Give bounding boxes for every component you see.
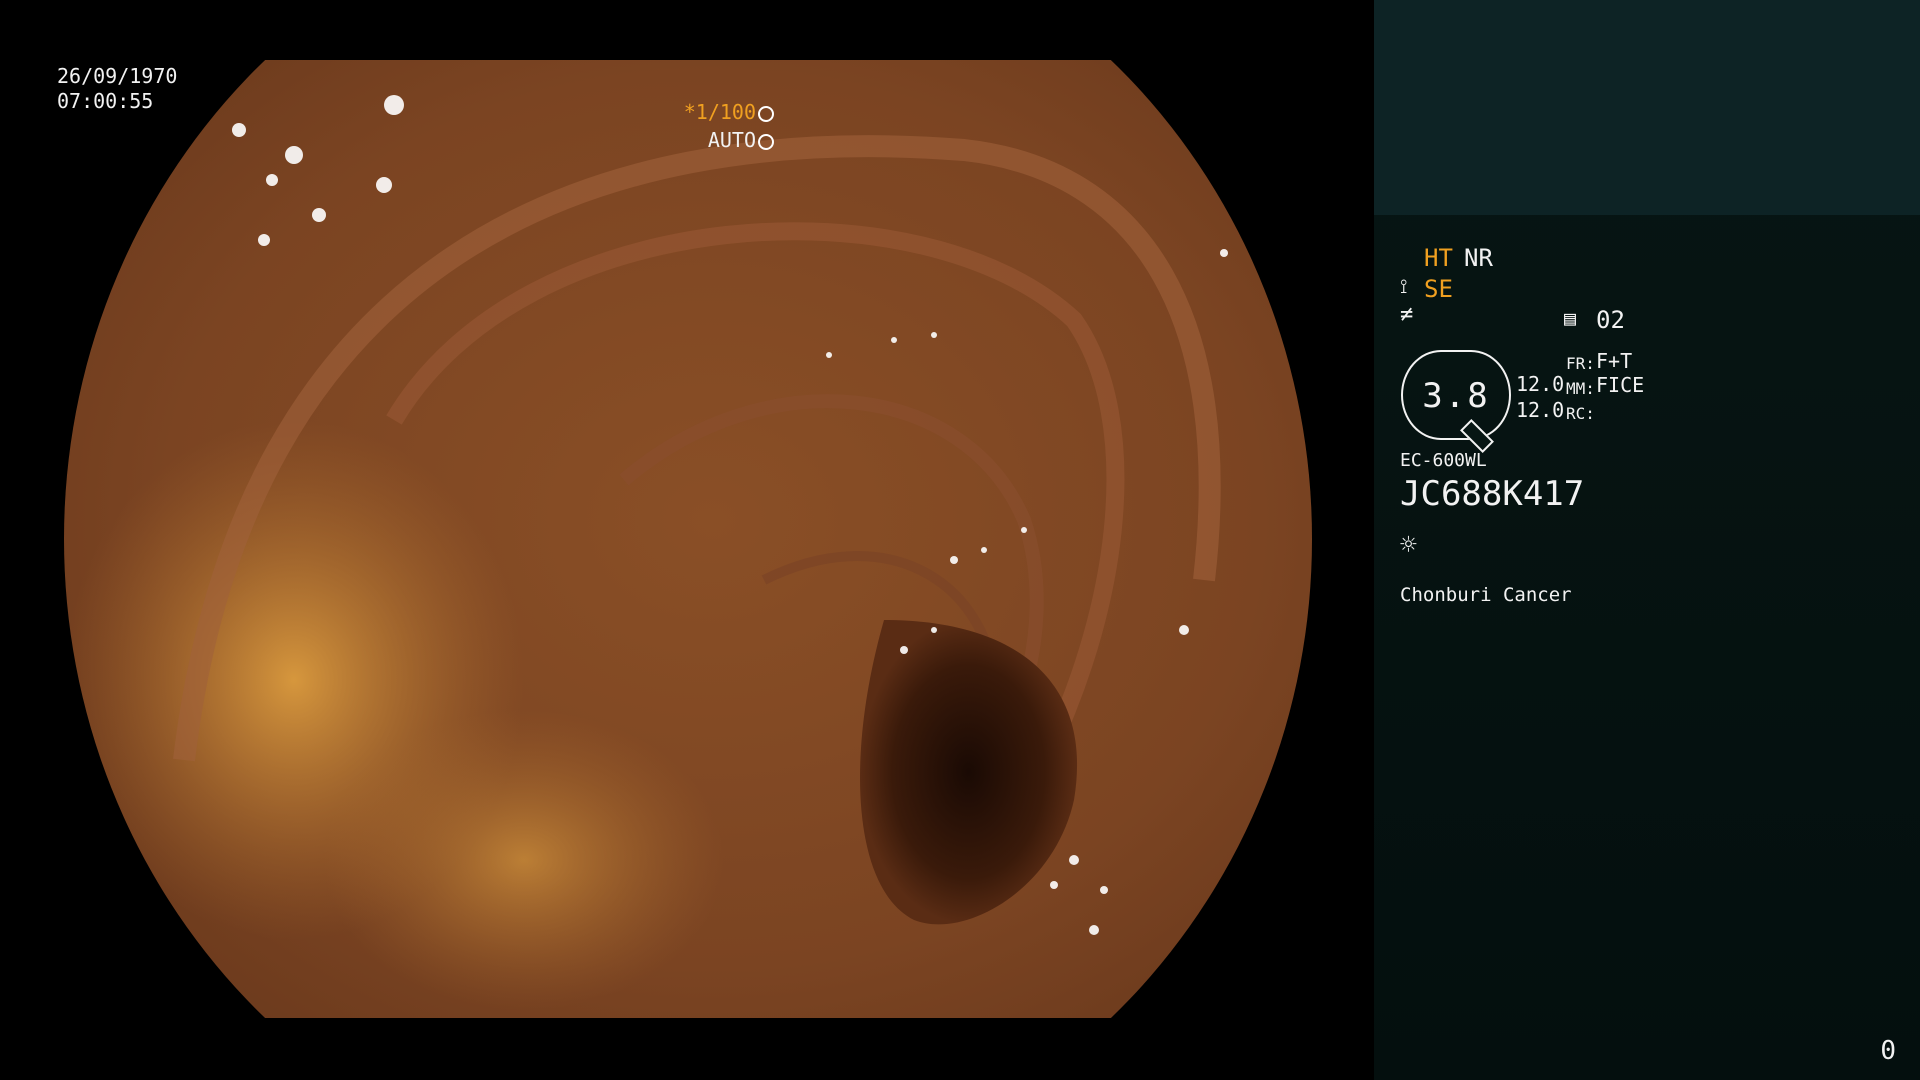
level-top: 12.0 <box>1516 372 1565 396</box>
ht-label: HT <box>1424 244 1453 272</box>
institution-name: Chonburi Cancer <box>1400 584 1572 606</box>
light-sun-icon: ☼ <box>1400 528 1417 561</box>
mm-value: FICE <box>1596 373 1645 397</box>
colon-lumen-drawing <box>64 95 1228 1010</box>
zoom-badge: 3.8 <box>1401 350 1511 453</box>
exposure-mode-text: AUTO <box>707 128 756 152</box>
endoscope-video-area: 26/09/1970 07:00:55 *1/100 AUTO <box>0 0 1374 1080</box>
endoscopic-image <box>64 60 1312 1018</box>
time-text: 07:00:55 <box>57 89 154 113</box>
se-label: SE <box>1424 275 1453 303</box>
level-bottom: 12.0 <box>1516 398 1565 422</box>
record-icon: ▤ <box>1564 306 1577 330</box>
fr-label: FR: <box>1566 354 1595 373</box>
shutter-icon <box>758 106 774 122</box>
nr-label: NR <box>1464 244 1493 272</box>
scope-model: EC-600WL <box>1400 450 1487 471</box>
scope-serial: JC688K417 <box>1400 474 1585 514</box>
frame-counter: 0 <box>1880 1036 1896 1066</box>
exposure-overlay: *1/100 AUTO <box>684 98 774 154</box>
processor-info-panel: HT NR ⟟ SE ≠ ▤ 02 3.8 12.0 12.0 FR: F+T … <box>1374 0 1920 1080</box>
shutter-speed-text: *1/100 <box>683 100 756 124</box>
date-text: 26/09/1970 <box>57 64 178 88</box>
scope-tip-icon <box>1460 419 1494 453</box>
mm-label: MM: <box>1566 379 1595 398</box>
zoom-value: 3.8 <box>1422 376 1490 416</box>
fr-value: F+T <box>1596 349 1633 373</box>
structure-enhance-icon: ⟟ <box>1400 274 1408 298</box>
record-count: 02 <box>1596 306 1625 334</box>
rc-label: RC: <box>1566 404 1595 423</box>
panel-header <box>1374 0 1920 215</box>
edge-icon: ≠ <box>1400 302 1414 327</box>
date-time-overlay: 26/09/1970 07:00:55 <box>57 64 177 114</box>
iris-icon <box>758 134 774 150</box>
